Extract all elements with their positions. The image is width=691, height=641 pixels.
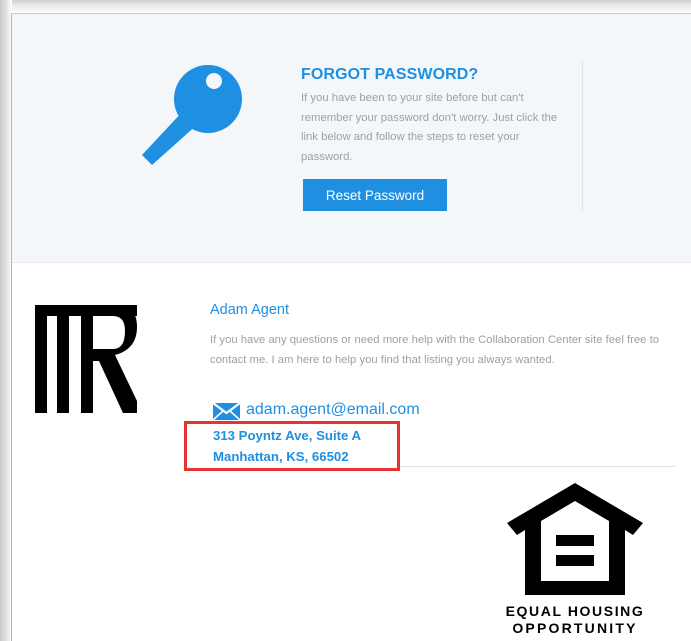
window-left-border xyxy=(11,13,12,641)
equal-housing-line-2: OPPORTUNITY xyxy=(512,620,638,636)
agent-name: Adam Agent xyxy=(210,302,289,318)
key-icon xyxy=(142,65,242,165)
window-top-border xyxy=(11,13,691,14)
realtor-logo xyxy=(35,305,137,413)
address-highlight-box xyxy=(184,421,400,471)
window-top-shadow xyxy=(0,0,691,14)
reset-password-button[interactable]: Reset Password xyxy=(303,179,447,211)
agent-message: If you have any questions or need more h… xyxy=(210,334,660,366)
panel-divider xyxy=(12,262,691,263)
equal-housing-line-1: EQUAL HOUSING xyxy=(505,603,645,619)
envelope-icon xyxy=(213,403,240,420)
forgot-password-text: If you have been to your site before but… xyxy=(301,92,558,163)
equal-housing-house-icon xyxy=(507,483,643,595)
vertical-divider xyxy=(582,60,583,212)
section-divider xyxy=(400,466,676,467)
agent-email-link[interactable]: adam.agent@email.com xyxy=(246,401,420,419)
forgot-password-title: FORGOT PASSWORD? xyxy=(301,66,479,83)
